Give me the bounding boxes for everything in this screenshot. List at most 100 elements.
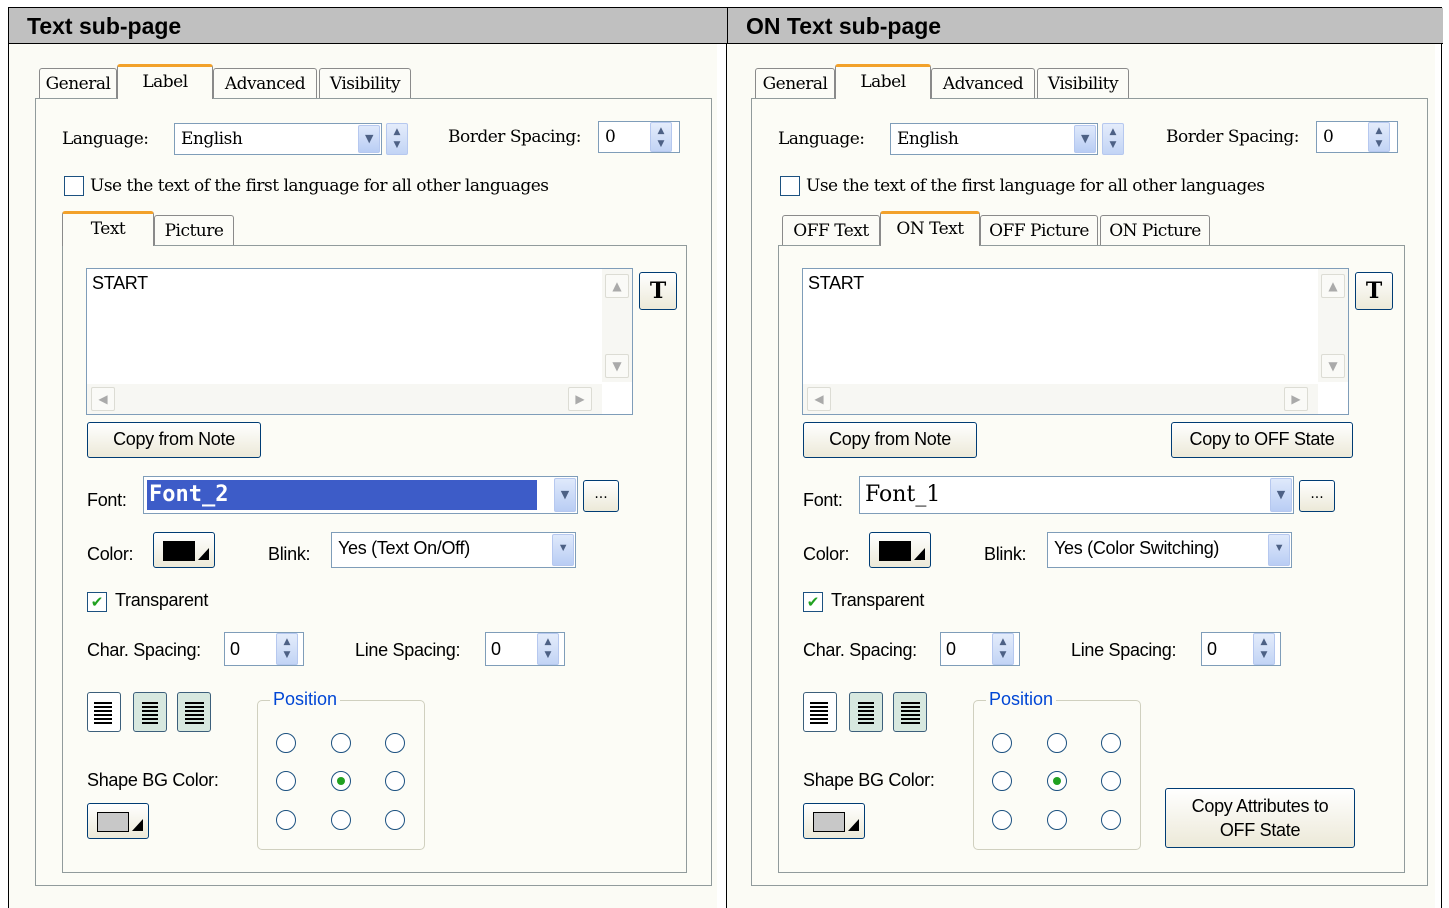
label-text-area[interactable]: START ▲ ▼ ◀ ▶ xyxy=(86,268,633,415)
position-bottom-center-radio[interactable] xyxy=(1047,810,1067,830)
tab-visibility[interactable]: Visibility xyxy=(319,68,411,100)
font-select[interactable]: Font_2 ▼ xyxy=(143,476,578,514)
label-text-value: START xyxy=(808,273,864,293)
font-ellipsis-button[interactable]: ... xyxy=(583,480,619,512)
text-color-button[interactable] xyxy=(869,532,931,568)
shape-bg-color-button[interactable] xyxy=(803,803,865,839)
language-select[interactable]: English ▼ xyxy=(174,123,382,155)
chevron-down-icon[interactable]: ▼ xyxy=(1268,534,1290,566)
position-middle-left-radio[interactable] xyxy=(276,771,296,791)
tab-picture[interactable]: Picture xyxy=(154,215,234,247)
position-middle-right-radio[interactable] xyxy=(385,771,405,791)
scroll-right-icon[interactable]: ▶ xyxy=(1284,387,1308,411)
line-spacing-spinner[interactable]: ▲ ▼ xyxy=(1253,633,1275,665)
language-value: English xyxy=(181,129,243,149)
tab-on-picture[interactable]: ON Picture xyxy=(1100,215,1210,247)
language-label: Language: xyxy=(62,129,149,149)
dropdown-triangle-icon xyxy=(198,548,209,560)
transparent-checkbox[interactable]: ✔ xyxy=(87,592,107,612)
font-ellipsis-button[interactable]: ... xyxy=(1299,480,1335,512)
tab-general[interactable]: General xyxy=(39,68,117,100)
tab-off-picture[interactable]: OFF Picture xyxy=(980,215,1098,247)
tab-advanced[interactable]: Advanced xyxy=(213,68,317,100)
scroll-down-icon[interactable]: ▼ xyxy=(1321,354,1345,378)
line-spacing-spinner[interactable]: ▲ ▼ xyxy=(537,633,559,665)
chevron-down-icon[interactable]: ▼ xyxy=(552,534,574,566)
align-left-button[interactable] xyxy=(87,692,121,732)
border-spacing-spinner[interactable]: ▲ ▼ xyxy=(650,122,672,152)
blink-select[interactable]: Yes (Color Switching) ▼ xyxy=(1047,532,1292,568)
copy-from-note-button[interactable]: Copy from Note xyxy=(803,422,977,458)
language-spinner[interactable]: ▲ ▼ xyxy=(386,123,408,155)
position-top-left-radio[interactable] xyxy=(992,733,1012,753)
scroll-right-icon[interactable]: ▶ xyxy=(568,387,592,411)
scroll-up-icon[interactable]: ▲ xyxy=(605,274,629,298)
text-color-button[interactable] xyxy=(153,532,215,568)
transparent-checkbox[interactable]: ✔ xyxy=(803,592,823,612)
scroll-left-icon[interactable]: ◀ xyxy=(807,387,831,411)
position-center-radio[interactable] xyxy=(1047,771,1067,791)
chevron-down-icon[interactable]: ▼ xyxy=(358,125,380,153)
position-bottom-right-radio[interactable] xyxy=(1101,810,1121,830)
position-middle-left-radio[interactable] xyxy=(992,771,1012,791)
char-spacing-spinner[interactable]: ▲ ▼ xyxy=(276,633,298,665)
vertical-scrollbar[interactable]: ▲ ▼ xyxy=(602,269,632,382)
scroll-down-icon[interactable]: ▼ xyxy=(605,354,629,378)
use-first-language-checkbox[interactable] xyxy=(64,176,84,196)
tab-on-text[interactable]: ON Text xyxy=(880,211,980,246)
copy-attributes-to-off-state-button[interactable]: Copy Attributes to OFF State xyxy=(1165,788,1355,848)
align-left-button[interactable] xyxy=(803,692,837,732)
text-style-button[interactable]: T xyxy=(1355,272,1393,310)
position-middle-right-radio[interactable] xyxy=(1101,771,1121,791)
horizontal-scrollbar[interactable]: ◀ ▶ xyxy=(803,384,1318,414)
chevron-down-icon[interactable]: ▼ xyxy=(1074,125,1096,153)
dropdown-triangle-icon xyxy=(132,819,143,831)
align-left-icon xyxy=(94,702,112,724)
copy-from-note-button[interactable]: Copy from Note xyxy=(87,422,261,458)
tab-advanced[interactable]: Advanced xyxy=(931,68,1035,100)
position-top-right-radio[interactable] xyxy=(1101,733,1121,753)
tab-label[interactable]: Label xyxy=(117,64,213,99)
chevron-down-icon[interactable]: ▼ xyxy=(1270,478,1292,512)
shape-bg-color-label: Shape BG Color: xyxy=(87,770,219,790)
position-top-center-radio[interactable] xyxy=(1047,733,1067,753)
use-first-language-checkbox[interactable] xyxy=(780,176,800,196)
align-right-button[interactable] xyxy=(177,692,211,732)
language-spinner[interactable]: ▲ ▼ xyxy=(1102,123,1124,155)
tab-general[interactable]: General xyxy=(755,68,835,100)
shape-bg-color-button[interactable] xyxy=(87,803,149,839)
horizontal-scrollbar[interactable]: ◀ ▶ xyxy=(87,384,602,414)
tab-visibility[interactable]: Visibility xyxy=(1037,68,1129,100)
position-bottom-center-radio[interactable] xyxy=(331,810,351,830)
font-select[interactable]: Font_1 ▼ xyxy=(859,476,1294,514)
position-top-center-radio[interactable] xyxy=(331,733,351,753)
position-bottom-left-radio[interactable] xyxy=(276,810,296,830)
font-label: Font: xyxy=(87,490,127,510)
use-first-language-label: Use the text of the first language for a… xyxy=(90,176,549,196)
chevron-down-icon[interactable]: ▼ xyxy=(554,478,576,512)
position-bottom-left-radio[interactable] xyxy=(992,810,1012,830)
align-right-button[interactable] xyxy=(893,692,927,732)
tab-label[interactable]: Label xyxy=(835,64,931,99)
line-spacing-label: Line Spacing: xyxy=(355,640,461,660)
char-spacing-spinner[interactable]: ▲ ▼ xyxy=(992,633,1014,665)
blink-label: Blink: xyxy=(268,544,311,564)
align-center-button[interactable] xyxy=(133,692,167,732)
on-text-subpage-screenshot: General Label Advanced Visibility Langua… xyxy=(727,44,1435,908)
position-top-right-radio[interactable] xyxy=(385,733,405,753)
language-select[interactable]: English ▼ xyxy=(890,123,1098,155)
blink-select[interactable]: Yes (Text On/Off) ▼ xyxy=(331,532,576,568)
tab-text[interactable]: Text xyxy=(62,211,154,246)
label-text-area[interactable]: START ▲ ▼ ◀ ▶ xyxy=(802,268,1349,415)
scroll-up-icon[interactable]: ▲ xyxy=(1321,274,1345,298)
tab-off-text[interactable]: OFF Text xyxy=(782,215,880,247)
scroll-left-icon[interactable]: ◀ xyxy=(91,387,115,411)
copy-to-off-state-button[interactable]: Copy to OFF State xyxy=(1171,422,1353,458)
position-center-radio[interactable] xyxy=(331,771,351,791)
align-center-button[interactable] xyxy=(849,692,883,732)
text-style-button[interactable]: T xyxy=(639,272,677,310)
position-bottom-right-radio[interactable] xyxy=(385,810,405,830)
vertical-scrollbar[interactable]: ▲ ▼ xyxy=(1318,269,1348,382)
border-spacing-spinner[interactable]: ▲ ▼ xyxy=(1368,122,1390,152)
position-top-left-radio[interactable] xyxy=(276,733,296,753)
